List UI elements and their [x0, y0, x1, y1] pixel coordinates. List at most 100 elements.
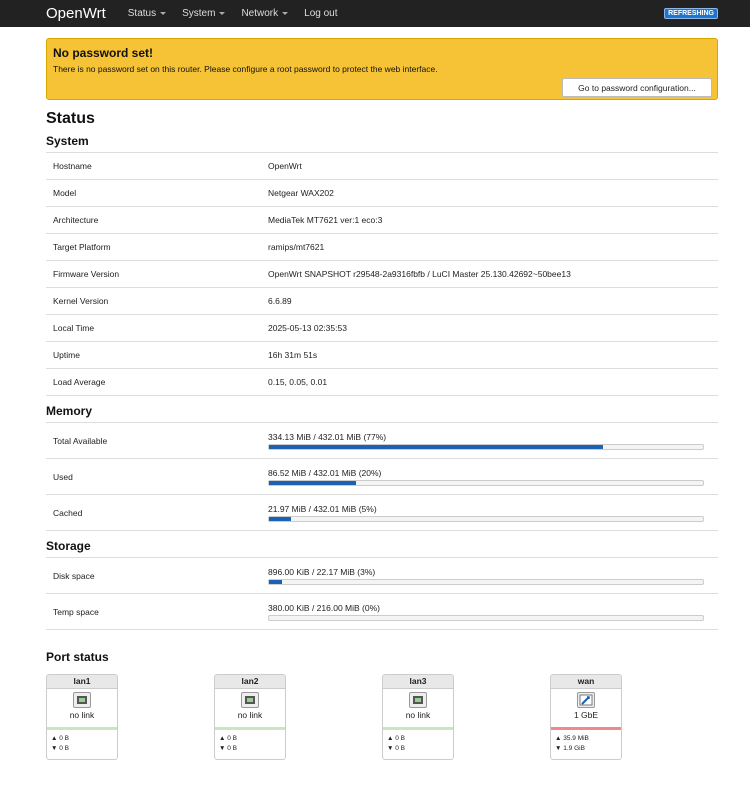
- menu-logout-label: Log out: [304, 8, 338, 19]
- port-stats: ▲ 0 B ▼ 0 B: [215, 730, 285, 754]
- row-key: Temp space: [53, 606, 99, 617]
- row-value: ramips/mt7621: [268, 242, 325, 252]
- row-key: Uptime: [53, 350, 80, 360]
- row-value: 896.00 KiB / 22.17 MiB (3%): [268, 567, 718, 585]
- password-alert: No password set! There is no password se…: [46, 38, 718, 100]
- row-value: 380.00 KiB / 216.00 MiB (0%): [268, 603, 718, 621]
- refreshing-badge[interactable]: REFRESHING: [664, 8, 718, 19]
- progress-label: 86.52 MiB / 432.01 MiB (20%): [268, 467, 382, 478]
- memory-heading: Memory: [46, 404, 93, 418]
- port-status-list: lan1 no link ▲ 0 B ▼ 0 B lan2 no link ▲ 0…: [46, 674, 718, 760]
- port-link-status: no link: [237, 710, 263, 720]
- table-row: Model Netgear WAX202: [46, 180, 718, 207]
- port-card-wan[interactable]: wan 1 GbE ▲ 35.9 MiB ▼ 1.9 GiB: [550, 674, 622, 760]
- port-tx: ▲ 0 B: [219, 735, 237, 742]
- ethernet-port-icon: [409, 692, 427, 708]
- port-body: no link: [383, 689, 453, 727]
- row-value: Netgear WAX202: [268, 188, 334, 198]
- row-key: Total Available: [53, 435, 108, 446]
- page-title: Status: [46, 110, 95, 127]
- ethernet-port-icon: [241, 692, 259, 708]
- port-body: no link: [47, 689, 117, 727]
- progress-bar: [268, 479, 704, 486]
- progress-fill: [269, 480, 356, 485]
- table-row: Target Platform ramips/mt7621: [46, 234, 718, 261]
- chevron-down-icon: [219, 12, 226, 15]
- progress-label: 21.97 MiB / 432.01 MiB (5%): [268, 503, 377, 514]
- row-value: 16h 31m 51s: [268, 350, 318, 360]
- row-key: Local Time: [53, 323, 95, 333]
- table-row: Kernel Version 6.6.89: [46, 288, 718, 315]
- port-name: lan1: [47, 675, 117, 689]
- storage-table: Disk space 896.00 KiB / 22.17 MiB (3%) T…: [46, 557, 718, 630]
- table-row: Cached 21.97 MiB / 432.01 MiB (5%): [46, 495, 718, 531]
- row-value: 86.52 MiB / 432.01 MiB (20%): [268, 468, 718, 486]
- system-heading: System: [46, 134, 89, 148]
- row-key: Load Average: [53, 377, 106, 387]
- port-card-lan3[interactable]: lan3 no link ▲ 0 B ▼ 0 B: [382, 674, 454, 760]
- ethernet-port-icon: [73, 692, 91, 708]
- menu-logout[interactable]: Log out: [304, 8, 337, 19]
- row-value: OpenWrt SNAPSHOT r29548-2a9316fbfb / LuC…: [268, 269, 571, 279]
- port-link-status: no link: [69, 710, 95, 720]
- progress-label: 896.00 KiB / 22.17 MiB (3%): [268, 566, 376, 577]
- table-row: Used 86.52 MiB / 432.01 MiB (20%): [46, 459, 718, 495]
- port-rx: ▼ 1.9 GiB: [555, 745, 585, 752]
- port-link-status: 1 GbE: [573, 710, 599, 720]
- row-key: Used: [53, 471, 73, 482]
- row-key: Disk space: [53, 570, 95, 581]
- progress-wrap: 334.13 MiB / 432.01 MiB (77%): [268, 432, 704, 450]
- port-status-heading: Port status: [46, 650, 109, 664]
- table-row: Hostname OpenWrt: [46, 153, 718, 180]
- password-config-button[interactable]: Go to password configuration...: [562, 78, 712, 97]
- port-body: 1 GbE: [551, 689, 621, 727]
- table-row: Firmware Version OpenWrt SNAPSHOT r29548-…: [46, 261, 718, 288]
- menu-system-label: System: [182, 8, 216, 19]
- port-name: lan2: [215, 675, 285, 689]
- memory-table: Total Available 334.13 MiB / 432.01 MiB …: [46, 422, 718, 531]
- port-name: wan: [551, 675, 621, 689]
- port-body: no link: [215, 689, 285, 727]
- row-key: Kernel Version: [53, 296, 109, 306]
- menu-status[interactable]: Status: [128, 8, 167, 19]
- progress-label: 334.13 MiB / 432.01 MiB (77%): [268, 431, 387, 442]
- progress-wrap: 86.52 MiB / 432.01 MiB (20%): [268, 468, 704, 486]
- progress-bar: [268, 443, 704, 450]
- top-navbar: OpenWrt Status System Network Log out RE…: [0, 0, 750, 27]
- progress-wrap: 896.00 KiB / 22.17 MiB (3%): [268, 567, 704, 585]
- row-key: Model: [53, 188, 77, 198]
- row-value: OpenWrt: [268, 161, 302, 171]
- row-key: Cached: [53, 507, 83, 518]
- table-row: Uptime 16h 31m 51s: [46, 342, 718, 369]
- menu-system[interactable]: System: [182, 8, 226, 19]
- brand-logo[interactable]: OpenWrt: [46, 5, 106, 22]
- row-key: Firmware Version: [53, 269, 120, 279]
- row-value: 6.6.89: [268, 296, 292, 306]
- progress-wrap: 380.00 KiB / 216.00 MiB (0%): [268, 603, 704, 621]
- progress-fill: [269, 516, 291, 521]
- ethernet-port-connected-icon: [577, 692, 595, 708]
- row-value: 2025-05-13 02:35:53: [268, 323, 347, 333]
- row-value: 21.97 MiB / 432.01 MiB (5%): [268, 504, 718, 522]
- port-card-lan1[interactable]: lan1 no link ▲ 0 B ▼ 0 B: [46, 674, 118, 760]
- chevron-down-icon: [282, 12, 289, 15]
- chevron-down-icon: [160, 12, 167, 15]
- progress-bar: [268, 515, 704, 522]
- progress-bar: [268, 614, 704, 621]
- port-rx: ▼ 0 B: [51, 745, 69, 752]
- menu-network[interactable]: Network: [241, 8, 289, 19]
- port-tx: ▲ 0 B: [51, 735, 69, 742]
- system-table: Hostname OpenWrt Model Netgear WAX202 Arch…: [46, 152, 718, 396]
- row-key: Hostname: [53, 161, 92, 171]
- port-stats: ▲ 0 B ▼ 0 B: [383, 730, 453, 754]
- port-card-lan2[interactable]: lan2 no link ▲ 0 B ▼ 0 B: [214, 674, 286, 760]
- port-name: lan3: [383, 675, 453, 689]
- table-row: Architecture MediaTek MT7621 ver:1 eco:3: [46, 207, 718, 234]
- alert-title: No password set!: [53, 46, 154, 60]
- table-row: Total Available 334.13 MiB / 432.01 MiB …: [46, 423, 718, 459]
- port-link-status: no link: [405, 710, 431, 720]
- port-tx: ▲ 0 B: [387, 735, 405, 742]
- table-row: Disk space 896.00 KiB / 22.17 MiB (3%): [46, 558, 718, 594]
- table-row: Temp space 380.00 KiB / 216.00 MiB (0%): [46, 594, 718, 630]
- row-value: 0.15, 0.05, 0.01: [268, 377, 328, 387]
